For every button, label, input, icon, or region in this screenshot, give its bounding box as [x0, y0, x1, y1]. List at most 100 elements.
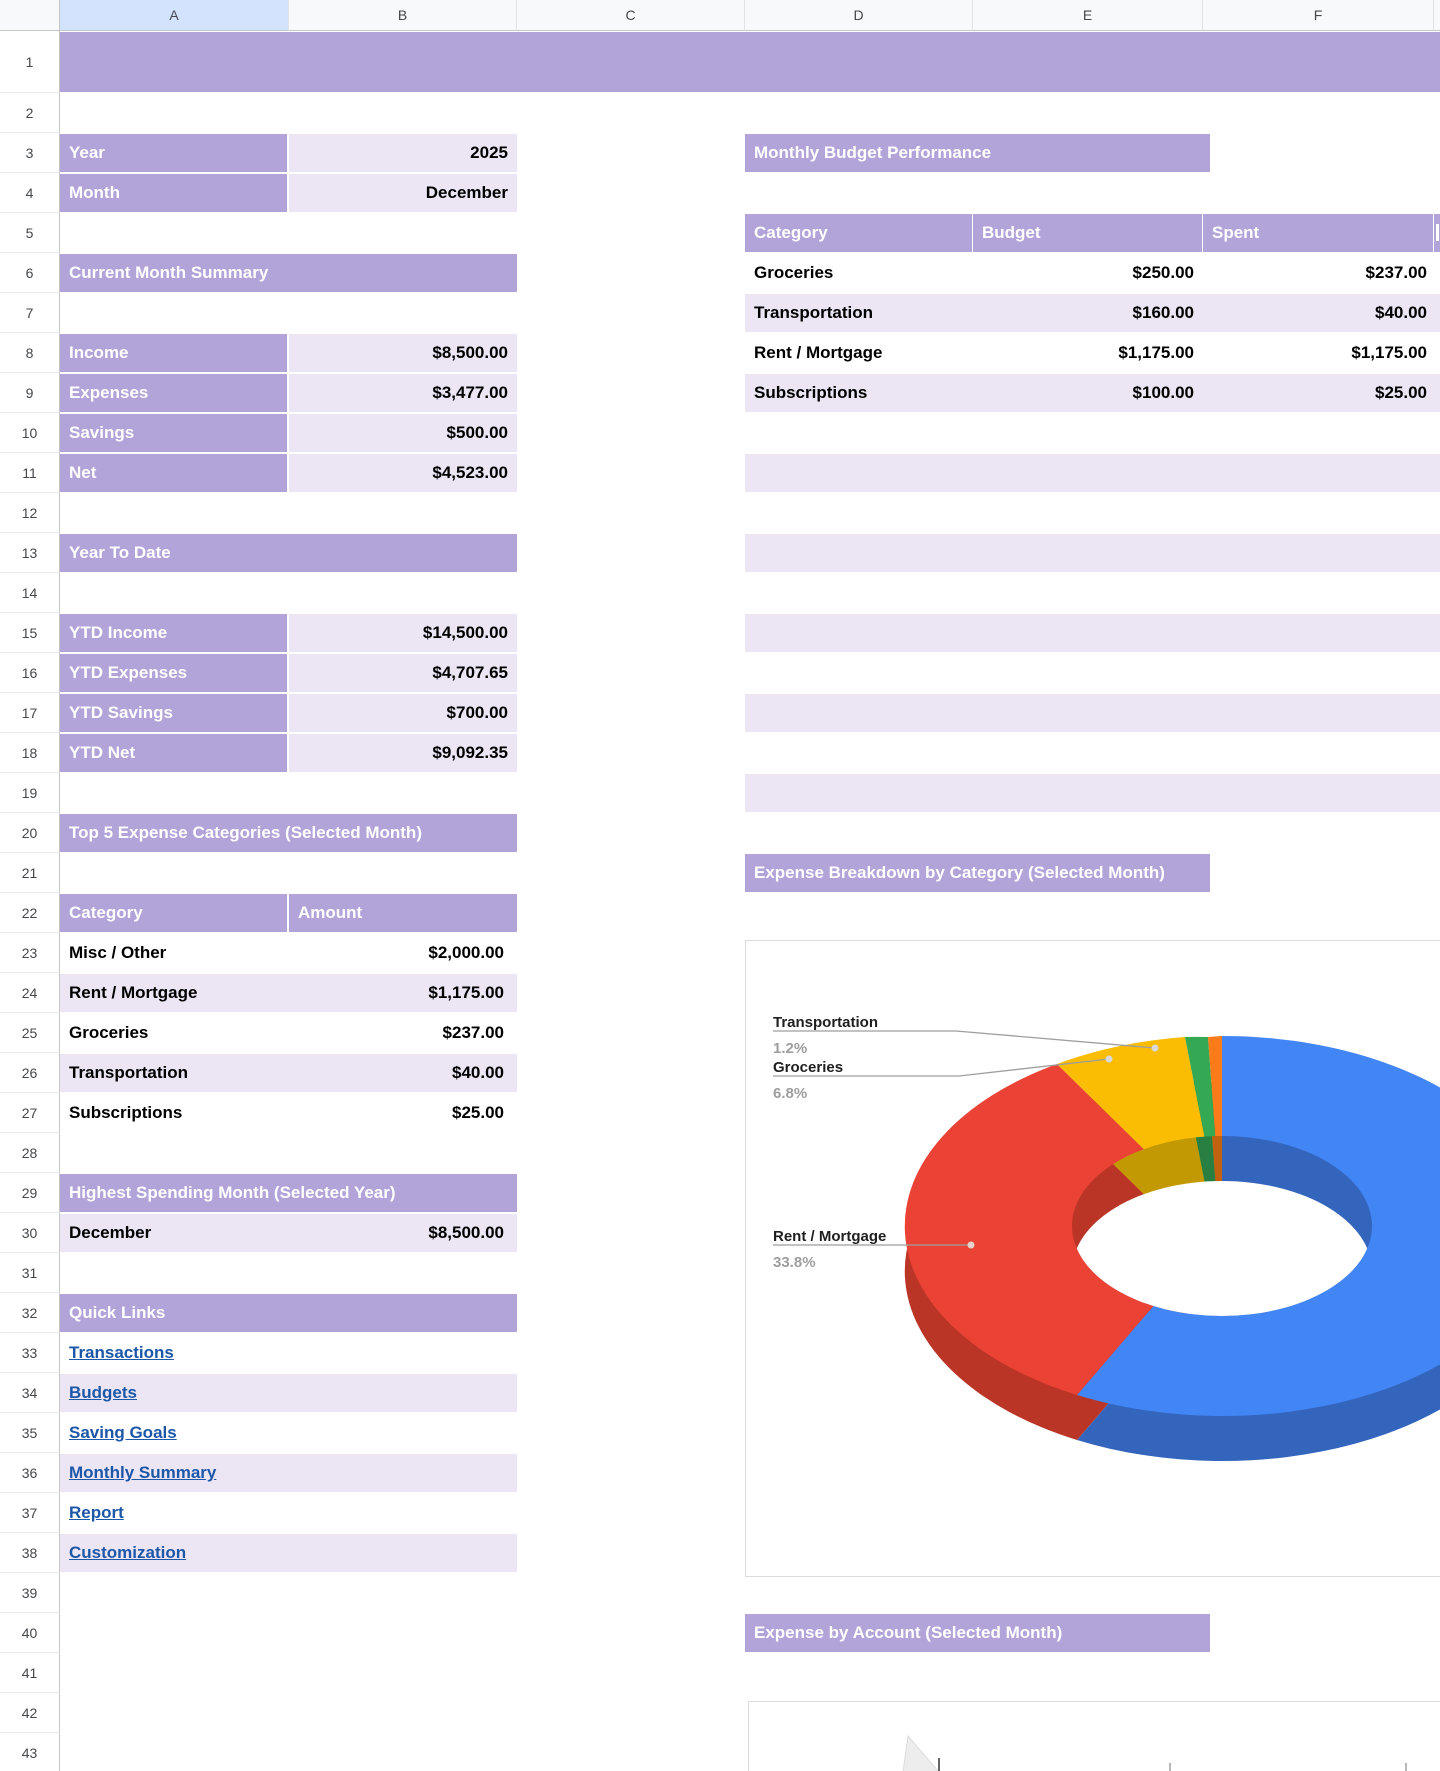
row-header-21[interactable]: 21 [0, 853, 60, 893]
cell-ytd-income-value[interactable]: $14,500.00 [289, 614, 517, 652]
section-budget-performance-title[interactable]: Monthly Budget Performance [745, 134, 1210, 172]
row-header-18[interactable]: 18 [0, 733, 60, 773]
empty-band-row[interactable] [745, 454, 1440, 492]
row-header-35[interactable]: 35 [0, 1413, 60, 1453]
top5-row[interactable]: Groceries$237.00 [60, 1014, 517, 1052]
column-header-D[interactable]: D [745, 0, 973, 31]
row-header-8[interactable]: 8 [0, 333, 60, 373]
row-header-10[interactable]: 10 [0, 413, 60, 453]
link-budgets[interactable]: Budgets [69, 1374, 137, 1412]
row-header-28[interactable]: 28 [0, 1133, 60, 1173]
row-header-31[interactable]: 31 [0, 1253, 60, 1293]
cell-year-label[interactable]: Year [60, 134, 287, 172]
row-header-34[interactable]: 34 [0, 1373, 60, 1413]
row-header-17[interactable]: 17 [0, 693, 60, 733]
cell-expenses-label[interactable]: Expenses [60, 374, 287, 412]
cell-net-label[interactable]: Net [60, 454, 287, 492]
empty-band-row[interactable] [745, 774, 1440, 812]
section-ytd-title[interactable]: Year To Date [60, 534, 517, 572]
link-report[interactable]: Report [69, 1494, 124, 1532]
row-header-19[interactable]: 19 [0, 773, 60, 813]
row-header-15[interactable]: 15 [0, 613, 60, 653]
row-header-37[interactable]: 37 [0, 1493, 60, 1533]
cell-net-value[interactable]: $4,523.00 [289, 454, 517, 492]
empty-band-row[interactable] [745, 534, 1440, 572]
row-header-23[interactable]: 23 [0, 933, 60, 973]
column-header-F[interactable]: F [1203, 0, 1434, 31]
row-header-26[interactable]: 26 [0, 1053, 60, 1093]
row-header-6[interactable]: 6 [0, 253, 60, 293]
row-header-43[interactable]: 43 [0, 1733, 60, 1771]
column-header-B[interactable]: B [289, 0, 517, 31]
row-header-36[interactable]: 36 [0, 1453, 60, 1493]
cell-ytd-expenses-value[interactable]: $4,707.65 [289, 654, 517, 692]
row-header-3[interactable]: 3 [0, 133, 60, 173]
cell-savings-value[interactable]: $500.00 [289, 414, 517, 452]
cell-income-label[interactable]: Income [60, 334, 287, 372]
cell-ytd-net-value[interactable]: $9,092.35 [289, 734, 517, 772]
row-header-16[interactable]: 16 [0, 653, 60, 693]
section-top5-title[interactable]: Top 5 Expense Categories (Selected Month… [60, 814, 517, 852]
row-header-40[interactable]: 40 [0, 1613, 60, 1653]
row-header-25[interactable]: 25 [0, 1013, 60, 1053]
budget-row[interactable]: Subscriptions$100.00$25.00 [745, 374, 1440, 412]
cell-savings-label[interactable]: Savings [60, 414, 287, 452]
section-highest-title[interactable]: Highest Spending Month (Selected Year) [60, 1174, 517, 1212]
row-header-38[interactable]: 38 [0, 1533, 60, 1573]
link-transactions[interactable]: Transactions [69, 1334, 174, 1372]
row-header-29[interactable]: 29 [0, 1173, 60, 1213]
cell-ytd-income-label[interactable]: YTD Income [60, 614, 287, 652]
cell-income-value[interactable]: $8,500.00 [289, 334, 517, 372]
row-header-41[interactable]: 41 [0, 1653, 60, 1693]
column-header-E[interactable]: E [973, 0, 1203, 31]
row-header-20[interactable]: 20 [0, 813, 60, 853]
top5-row[interactable]: Rent / Mortgage$1,175.00 [60, 974, 517, 1012]
column-header-A[interactable]: A [60, 0, 289, 31]
cell-ytd-net-label[interactable]: YTD Net [60, 734, 287, 772]
row-header-39[interactable]: 39 [0, 1573, 60, 1613]
row-header-2[interactable]: 2 [0, 93, 60, 133]
budget-header-category[interactable]: Category [745, 214, 972, 252]
budget-row[interactable]: Transportation$160.00$40.00 [745, 294, 1440, 332]
column-header-C[interactable]: C [517, 0, 745, 31]
row-header-7[interactable]: 7 [0, 293, 60, 333]
section-quick-links-title[interactable]: Quick Links [60, 1294, 517, 1332]
cell-year-value[interactable]: 2025 [289, 134, 517, 172]
budget-header-budget[interactable]: Budget [973, 214, 1202, 252]
row-header-24[interactable]: 24 [0, 973, 60, 1013]
section-current-month-title[interactable]: Current Month Summary [60, 254, 517, 292]
row-header-1[interactable]: 1 [0, 31, 60, 93]
link-customization[interactable]: Customization [69, 1534, 186, 1572]
budget-header-spent[interactable]: Spent [1203, 214, 1433, 252]
row-header-42[interactable]: 42 [0, 1693, 60, 1733]
cell-ytd-savings-value[interactable]: $700.00 [289, 694, 517, 732]
row-header-5[interactable]: 5 [0, 213, 60, 253]
link-saving-goals[interactable]: Saving Goals [69, 1414, 177, 1452]
row-header-22[interactable]: 22 [0, 893, 60, 933]
row-header-11[interactable]: 11 [0, 453, 60, 493]
select-all-corner[interactable] [0, 0, 60, 31]
link-monthly-summary[interactable]: Monthly Summary [69, 1454, 216, 1492]
top5-header-category[interactable]: Category [60, 894, 287, 932]
highest-month-row[interactable]: December$8,500.00 [60, 1214, 517, 1252]
row-header-27[interactable]: 27 [0, 1093, 60, 1133]
top5-row[interactable]: Subscriptions$25.00 [60, 1094, 517, 1132]
budget-row[interactable]: Rent / Mortgage$1,175.00$1,175.00 [745, 334, 1440, 372]
row-header-13[interactable]: 13 [0, 533, 60, 573]
section-expense-by-account-title[interactable]: Expense by Account (Selected Month) [745, 1614, 1210, 1652]
row-header-9[interactable]: 9 [0, 373, 60, 413]
empty-band-row[interactable] [745, 614, 1440, 652]
title-banner-cell[interactable] [60, 32, 1440, 92]
empty-band-row[interactable] [745, 694, 1440, 732]
row-header-32[interactable]: 32 [0, 1293, 60, 1333]
top5-header-amount[interactable]: Amount [289, 894, 517, 932]
cell-expenses-value[interactable]: $3,477.00 [289, 374, 517, 412]
row-header-30[interactable]: 30 [0, 1213, 60, 1253]
row-header-14[interactable]: 14 [0, 573, 60, 613]
top5-row[interactable]: Transportation$40.00 [60, 1054, 517, 1092]
row-header-33[interactable]: 33 [0, 1333, 60, 1373]
budget-row[interactable]: Groceries$250.00$237.00 [745, 254, 1440, 292]
cell-month-label[interactable]: Month [60, 174, 287, 212]
cell-ytd-expenses-label[interactable]: YTD Expenses [60, 654, 287, 692]
column-header-G-clipped[interactable] [1434, 0, 1440, 31]
